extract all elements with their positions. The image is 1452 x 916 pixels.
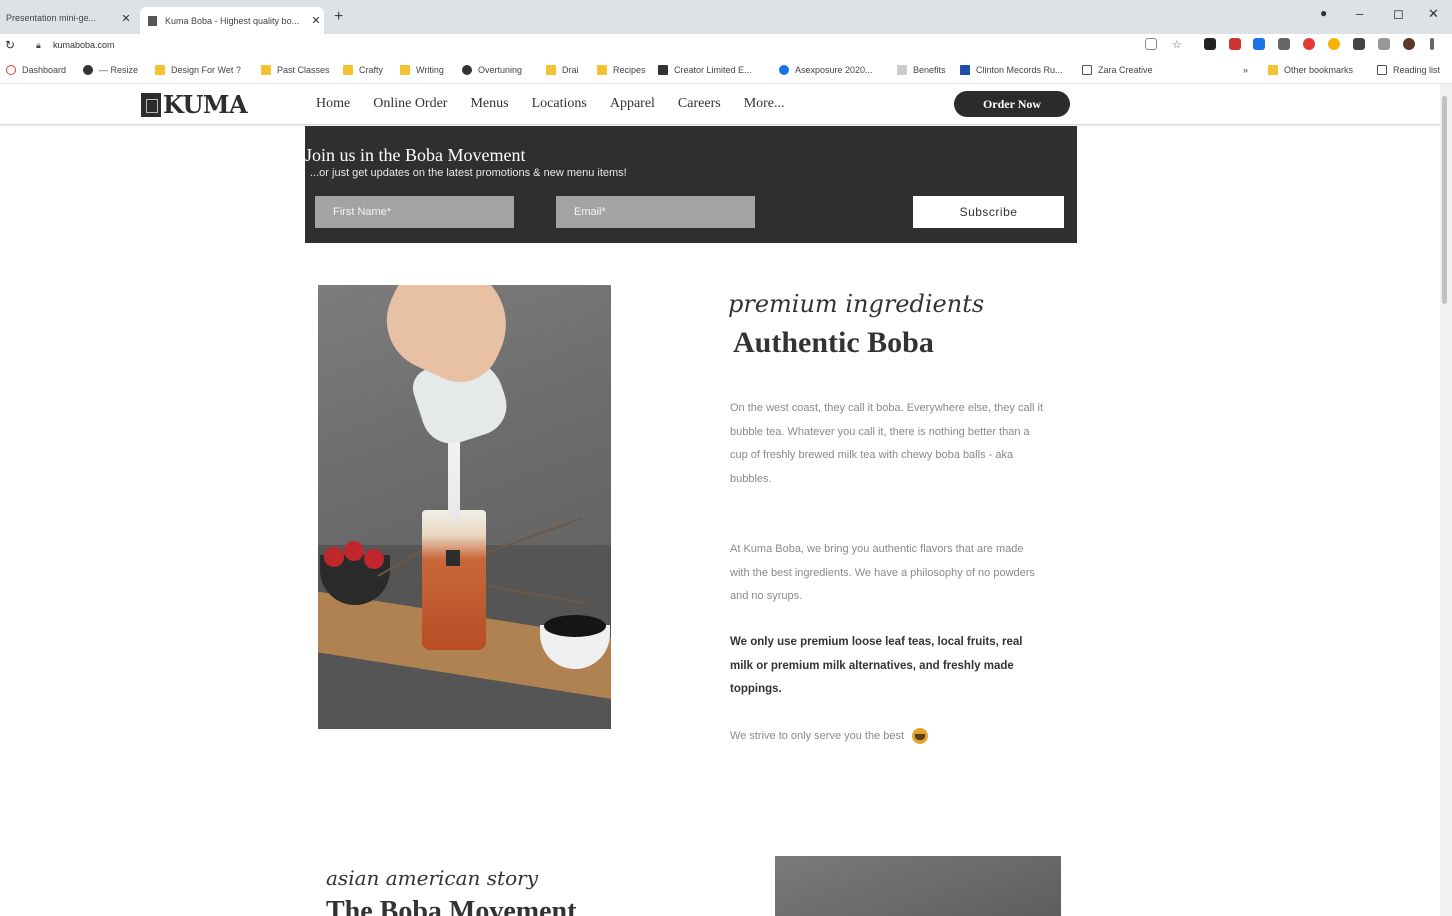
bookmark-item[interactable]: Writing bbox=[400, 65, 444, 75]
extension-icon[interactable] bbox=[1204, 38, 1216, 50]
first-name-field[interactable] bbox=[315, 196, 514, 228]
bookmark-item[interactable]: Reading list bbox=[1377, 65, 1440, 75]
bookmarks-bar: Dashboard — Resize Design For Wet ? Past… bbox=[0, 58, 1452, 84]
bookmark-item[interactable]: Past Classes bbox=[261, 65, 330, 75]
newsletter-subtitle: ...or just get updates on the latest pro… bbox=[310, 167, 627, 179]
bookmark-item[interactable]: Clinton Mecords Ru... bbox=[960, 65, 1063, 75]
extension-icon[interactable] bbox=[1278, 38, 1290, 50]
globe-icon bbox=[462, 65, 472, 75]
bear-emoji-icon bbox=[912, 728, 929, 744]
browser-tabstrip: Presentation mini-ge... ✕ Kuma Boba - Hi… bbox=[0, 0, 1452, 34]
page-icon bbox=[897, 65, 907, 75]
browser-toolbar: ↻ 🔒︎ kumaboba.com ☆ bbox=[0, 34, 1452, 58]
intro-paragraph: On the west coast, they call it boba. Ev… bbox=[730, 402, 1044, 485]
bookmark-item[interactable]: Drai bbox=[546, 65, 579, 75]
newsletter-banner: Join us in the Boba Movement ...or just … bbox=[305, 126, 1077, 243]
bookmark-item[interactable]: Recipes bbox=[597, 65, 646, 75]
bookmark-item[interactable]: — Resize bbox=[83, 65, 138, 75]
tab-close-icon[interactable]: ✕ bbox=[308, 14, 324, 27]
nav-locations[interactable]: Locations bbox=[532, 96, 587, 112]
lock-icon[interactable]: 🔒︎ bbox=[36, 40, 41, 51]
new-tab-button[interactable]: + bbox=[334, 8, 343, 26]
newsletter-title: Join us in the Boba Movement bbox=[305, 145, 526, 165]
bookmark-item[interactable]: Asexposure 2020... bbox=[779, 65, 873, 75]
bookmark-item[interactable]: Design For Wet ? bbox=[155, 65, 241, 75]
story-heading: The Boba Movement bbox=[326, 896, 577, 916]
story-photo bbox=[775, 856, 1061, 916]
profile-icon[interactable]: ● bbox=[1320, 6, 1327, 20]
bookmark-item[interactable]: Crafty bbox=[343, 65, 383, 75]
tab-title: Presentation mini-ge... bbox=[6, 13, 97, 23]
section-heading: Authentic Boba bbox=[733, 326, 934, 359]
nav-menus[interactable]: Menus bbox=[470, 96, 508, 112]
ingredients-paragraph: We only use premium loose leaf teas, loc… bbox=[730, 636, 1023, 695]
strive-text: We strive to only serve you the best bbox=[730, 730, 905, 742]
section-eyebrow: premium ingredients bbox=[728, 290, 985, 318]
story-eyebrow: asian american story bbox=[326, 866, 538, 890]
minimize-button[interactable]: – bbox=[1356, 6, 1363, 21]
browser-tab-active[interactable]: Kuma Boba - Highest quality bo... ✕ bbox=[140, 7, 324, 34]
address-bar[interactable]: kumaboba.com bbox=[53, 40, 115, 50]
main-nav: Home Online Order Menus Locations Appare… bbox=[316, 96, 808, 112]
scrollbar-thumb[interactable] bbox=[1442, 96, 1447, 304]
page-icon bbox=[1082, 65, 1092, 75]
tab-close-icon[interactable]: ✕ bbox=[118, 12, 134, 25]
menu-icon[interactable] bbox=[1430, 38, 1434, 50]
bookmark-item[interactable]: Zara Creative bbox=[1082, 65, 1153, 75]
compass-icon bbox=[779, 65, 789, 75]
bookmark-item[interactable]: Creator Limited E... bbox=[658, 65, 752, 75]
reload-icon[interactable]: ↻ bbox=[5, 38, 15, 52]
site-icon bbox=[960, 65, 970, 75]
bookmark-item[interactable]: Other bookmarks bbox=[1268, 65, 1353, 75]
folder-icon bbox=[400, 65, 410, 75]
bookmark-item[interactable]: Benefits bbox=[897, 65, 946, 75]
puzzle-icon[interactable] bbox=[1353, 38, 1365, 50]
order-now-button[interactable]: Order Now bbox=[954, 91, 1070, 117]
logo-text: KUMA bbox=[163, 90, 248, 119]
extension-icon[interactable] bbox=[1229, 38, 1241, 50]
nav-online-order[interactable]: Online Order bbox=[373, 96, 447, 112]
bookmarks-overflow-icon[interactable]: » bbox=[1243, 65, 1248, 75]
avatar[interactable] bbox=[1403, 38, 1415, 50]
folder-icon bbox=[546, 65, 556, 75]
reading-list-icon bbox=[1377, 65, 1387, 75]
folder-icon bbox=[597, 65, 607, 75]
bookmark-star-icon[interactable]: ☆ bbox=[1172, 38, 1184, 51]
close-window-button[interactable]: ✕ bbox=[1428, 6, 1439, 22]
extension-icon[interactable] bbox=[1328, 38, 1340, 50]
extension-icon[interactable] bbox=[1303, 38, 1315, 50]
nav-careers[interactable]: Careers bbox=[678, 96, 721, 112]
dashboard-icon bbox=[6, 65, 16, 75]
globe-icon bbox=[83, 65, 93, 75]
creator-icon bbox=[658, 65, 668, 75]
maximize-button[interactable]: ◻ bbox=[1393, 6, 1404, 22]
folder-icon bbox=[261, 65, 271, 75]
folder-icon bbox=[1268, 65, 1278, 75]
extension-icon[interactable] bbox=[1253, 38, 1265, 50]
browser-tab[interactable]: Presentation mini-ge... ✕ bbox=[0, 7, 134, 29]
bookmark-item[interactable]: Dashboard bbox=[6, 65, 66, 75]
tab-title: Kuma Boba - Highest quality bo... bbox=[165, 15, 300, 26]
philosophy-paragraph: At Kuma Boba, we bring you authentic fla… bbox=[730, 543, 1035, 602]
folder-icon bbox=[343, 65, 353, 75]
bookmark-item[interactable]: Overtuning bbox=[462, 65, 522, 75]
strive-line: We strive to only serve you the best bbox=[730, 728, 929, 744]
milk-tea-photo bbox=[318, 285, 611, 729]
logo[interactable]: KUMA bbox=[141, 90, 248, 119]
bear-logo-icon bbox=[141, 92, 161, 117]
subscribe-button[interactable]: Subscribe bbox=[913, 196, 1064, 228]
extension-icon[interactable] bbox=[1378, 38, 1390, 50]
nav-more[interactable]: More... bbox=[744, 96, 785, 112]
favicon-icon bbox=[148, 15, 157, 26]
nav-home[interactable]: Home bbox=[316, 96, 350, 112]
nav-apparel[interactable]: Apparel bbox=[610, 96, 655, 112]
site-header: KUMA Home Online Order Menus Locations A… bbox=[0, 84, 1440, 125]
folder-icon bbox=[155, 65, 165, 75]
extension-icon[interactable] bbox=[1145, 38, 1157, 50]
email-field[interactable] bbox=[556, 196, 755, 228]
